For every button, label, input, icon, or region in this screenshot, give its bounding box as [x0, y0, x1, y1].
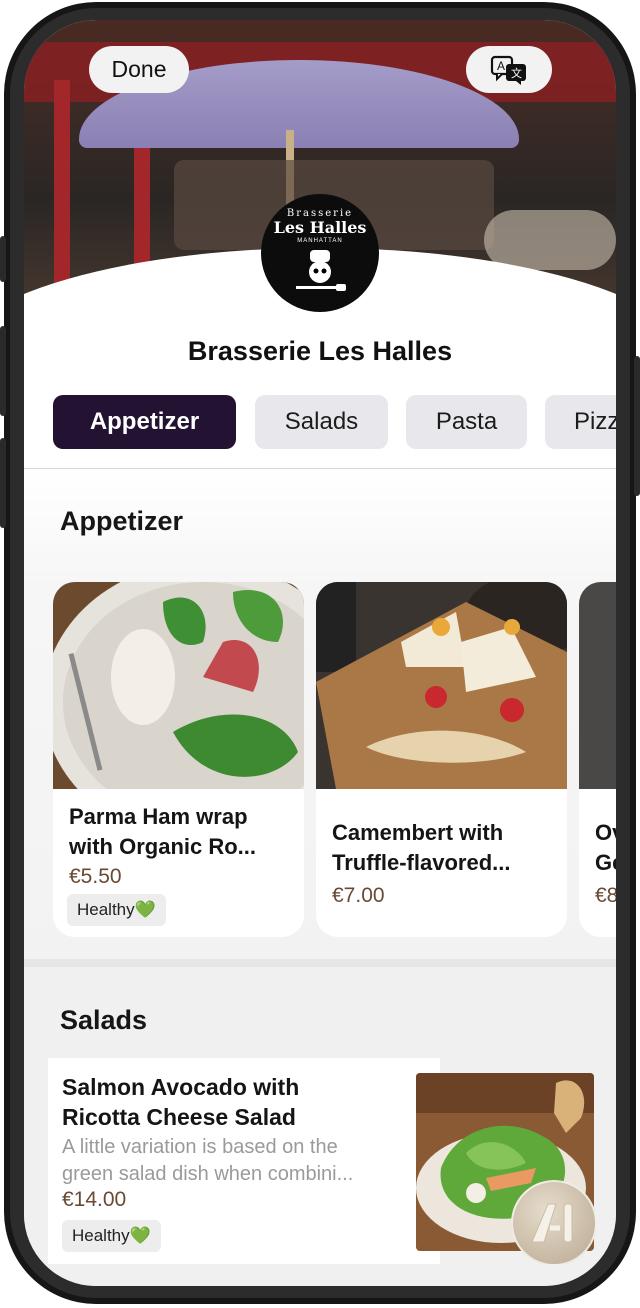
dish-image — [579, 582, 616, 789]
svg-text:文: 文 — [511, 66, 522, 80]
restaurant-logo: Brasserie Les Halles MANHATTAN — [261, 194, 379, 312]
dish-price: €7.00 — [332, 884, 385, 907]
translate-button[interactable]: A 文 — [466, 46, 552, 93]
category-tabs: Appetizer Salads Pasta Pizz — [24, 395, 616, 451]
menu-card[interactable]: Camembert with Truffle-flavored... €7.00 — [316, 582, 567, 937]
menu-card[interactable]: Ov Ge €8 — [579, 582, 616, 937]
ai-assistant-button[interactable] — [511, 1180, 597, 1266]
tab-pasta[interactable]: Pasta — [406, 395, 527, 449]
dish-name: Parma Ham wrap with Organic Ro... — [69, 804, 257, 859]
side-button-power — [634, 356, 640, 496]
dish-price: €8 — [595, 884, 616, 907]
tab-pizza[interactable]: Pizz — [545, 395, 616, 449]
side-button-volume-down — [0, 438, 6, 528]
menu-list-item[interactable]: Salmon Avocado with Ricotta Cheese Salad… — [48, 1058, 440, 1264]
dish-price: €14.00 — [62, 1188, 127, 1211]
dish-image — [53, 582, 304, 789]
tab-appetizer[interactable]: Appetizer — [53, 395, 236, 449]
dish-name: Camembert with Truffle-flavored... — [332, 820, 511, 875]
ai-assistant-icon — [531, 1203, 573, 1243]
translate-icon: A 文 — [490, 55, 526, 85]
dish-name: Salmon Avocado with Ricotta Cheese Salad — [62, 1074, 300, 1130]
dish-name: Ov Ge — [595, 820, 616, 875]
section-title-salads: Salads — [60, 1005, 148, 1035]
dish-description: A little variation is based on the green… — [62, 1136, 354, 1185]
restaurant-name: Brasserie Les Halles — [187, 336, 453, 366]
app-screen: Done A 文 Brasserie Les Halles MANHATTAN … — [24, 20, 616, 1286]
side-button-volume-up — [0, 326, 6, 416]
healthy-badge: Healthy💚 — [62, 1220, 161, 1252]
side-button-action — [0, 236, 6, 282]
dish-price: €5.50 — [69, 865, 122, 888]
dish-image — [316, 582, 567, 789]
done-button[interactable]: Done — [89, 46, 189, 93]
section-separator — [24, 959, 616, 967]
tab-salads[interactable]: Salads — [255, 395, 388, 449]
menu-card[interactable]: Parma Ham wrap with Organic Ro... €5.50 … — [53, 582, 304, 937]
chef-skull-icon — [296, 250, 346, 291]
section-title-appetizer: Appetizer — [60, 506, 184, 536]
healthy-badge: Healthy💚 — [67, 894, 166, 926]
svg-text:A: A — [497, 59, 505, 73]
